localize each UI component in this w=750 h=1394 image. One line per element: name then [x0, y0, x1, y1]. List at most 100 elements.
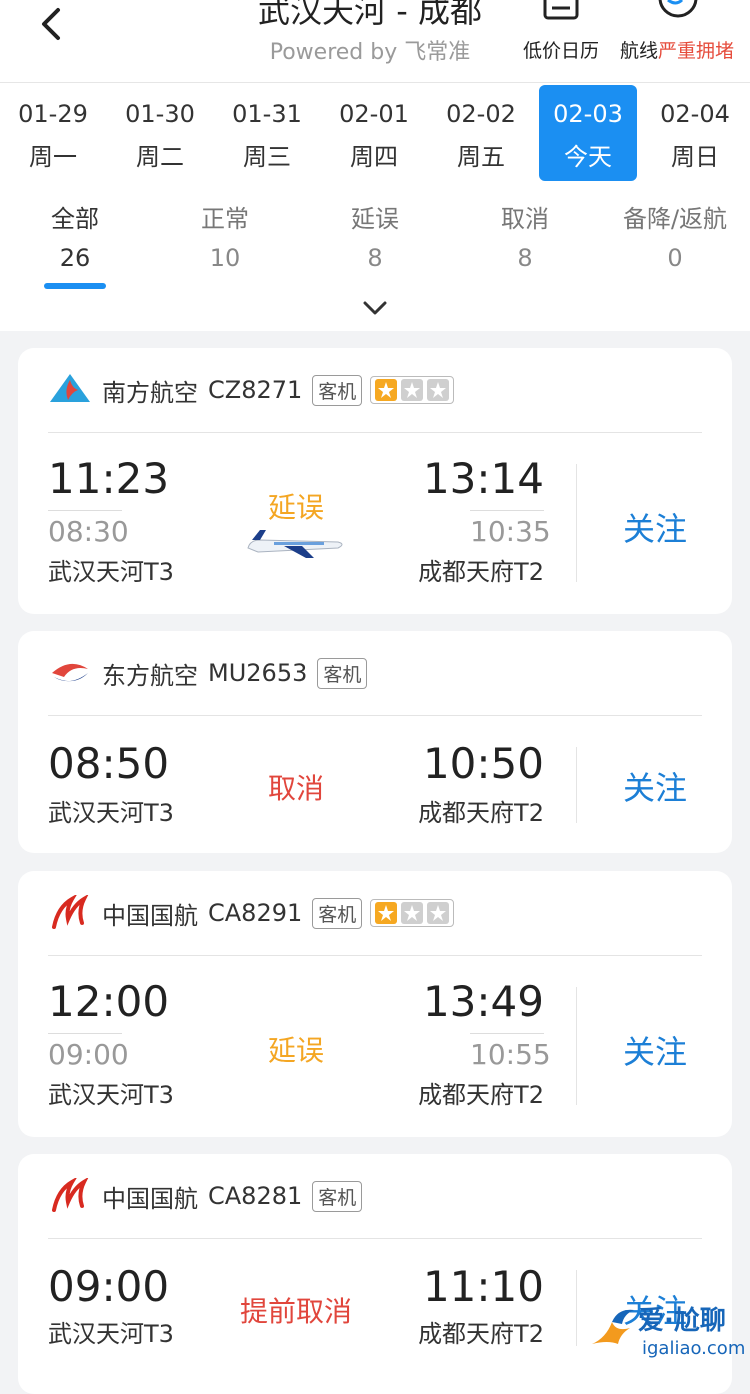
departure-airport: 武汉天河T3: [48, 1320, 174, 1348]
globe-icon: [658, 0, 698, 18]
star-icon: [375, 379, 398, 401]
flight-status: 提前取消: [239, 1295, 352, 1328]
rating-stars: [370, 899, 455, 927]
date-label: 01-31: [232, 100, 302, 128]
date-item[interactable]: 02-01 周四: [325, 85, 423, 181]
tab-diverted[interactable]: 备降/返航 0: [600, 199, 750, 272]
tab-label: 备降/返航: [622, 205, 728, 233]
rating-stars: [370, 376, 455, 404]
star-icon: [427, 379, 450, 401]
divider: [48, 1238, 702, 1239]
airline-name: 中国国航: [102, 901, 198, 930]
planned-arrival-time: 10:55: [470, 1033, 551, 1071]
tab-count: 0: [667, 244, 683, 272]
date-item[interactable]: 02-02 周五: [432, 85, 530, 181]
back-icon[interactable]: [30, 2, 74, 46]
tab-cancelled[interactable]: 取消 8: [450, 199, 600, 272]
page-subtitle: Powered by 飞常准: [269, 40, 471, 65]
calendar-label: 低价日历: [522, 40, 599, 62]
divider: [576, 464, 577, 582]
arrival-airport: 成都天府T2: [418, 558, 544, 586]
date-label: 01-30: [125, 100, 195, 128]
tab-delayed[interactable]: 延误 8: [300, 199, 450, 272]
china-southern-logo-icon: [48, 372, 92, 408]
star-icon: [375, 902, 398, 924]
date-item[interactable]: 01-30 周二: [111, 85, 209, 181]
flight-card[interactable]: 东方航空 MU2653 客机 08:50 武汉天河T3 取消 10:50 成都天…: [18, 631, 732, 853]
departure-airport: 武汉天河T3: [48, 799, 174, 827]
date-label: 01-29: [18, 100, 88, 128]
weekday-label: 周四: [350, 143, 398, 171]
divider: [576, 987, 577, 1105]
departure-time: 11:23: [48, 454, 170, 503]
watermark: 爱·尬聊 igaliao.com: [588, 1296, 748, 1368]
active-tab-indicator: [44, 283, 106, 289]
page-title: 武汉天河 - 成都: [258, 0, 482, 30]
airline-name: 南方航空: [102, 378, 198, 407]
weekday-label: 今天: [564, 143, 612, 171]
date-item[interactable]: 01-31 周三: [218, 85, 316, 181]
china-eastern-logo-icon: [52, 657, 88, 689]
divider: [48, 432, 702, 433]
star-icon: [401, 379, 424, 401]
tab-count: 10: [209, 244, 241, 272]
planned-departure-time: 09:00: [48, 1033, 129, 1071]
flight-number: CA8291: [208, 899, 303, 927]
planned-departure-time: 08:30: [48, 510, 129, 548]
app-header: 武汉天河 - 成都 Powered by 飞常准 低价日历 航线严重拥堵: [0, 0, 750, 83]
low-price-calendar-button[interactable]: 低价日历: [514, 0, 608, 70]
aircraft-type-tag: 客机: [312, 374, 363, 406]
flight-card[interactable]: 南方航空 CZ8271 客机 11:23 08:30 武汉天河T3 延误 13:…: [18, 348, 732, 614]
route-status: 严重拥堵: [658, 40, 735, 62]
follow-button[interactable]: 关注: [578, 763, 732, 809]
arrival-airport: 成都天府T2: [418, 1081, 544, 1109]
weekday-label: 周一: [29, 143, 77, 171]
chevron-down-icon[interactable]: [360, 297, 390, 321]
follow-button[interactable]: 关注: [578, 504, 732, 550]
date-label: 02-01: [339, 100, 409, 128]
airline-name: 东方航空: [102, 661, 198, 690]
tab-label: 正常: [201, 205, 249, 233]
arrival-time: 13:49: [422, 977, 544, 1026]
route-label: 航线: [619, 40, 658, 62]
star-icon: [401, 902, 424, 924]
date-item[interactable]: 02-04 周日: [646, 85, 744, 181]
route-status-button[interactable]: 航线严重拥堵: [612, 0, 742, 70]
tab-count: 8: [517, 244, 533, 272]
bird-logo-icon: [592, 1309, 634, 1344]
tab-label: 延误: [351, 205, 399, 233]
arrival-time: 13:14: [422, 454, 544, 503]
arrival-airport: 成都天府T2: [418, 1320, 544, 1348]
arrival-time: 10:50: [422, 739, 544, 788]
divider: [48, 955, 702, 956]
divider: [48, 715, 702, 716]
watermark-text: 爱·尬聊: [638, 1306, 726, 1336]
date-item-selected[interactable]: 02-03 今天: [539, 85, 637, 181]
watermark-url: igaliao.com: [642, 1338, 746, 1359]
flight-card[interactable]: 中国国航 CA8291 客机 12:00 09:00 武汉天河T3 延误 13:…: [18, 871, 732, 1137]
airline-name: 中国国航: [102, 1184, 198, 1213]
weekday-label: 周二: [136, 143, 184, 171]
follow-button[interactable]: 关注: [578, 1027, 732, 1073]
date-strip: 01-29 周一 01-30 周二 01-31 周三 02-01 周四 02-02 周五 …: [0, 83, 750, 183]
flight-number: MU2653: [208, 659, 308, 687]
tab-label: 取消: [501, 205, 549, 233]
flight-status: 取消: [267, 772, 324, 805]
divider: [576, 1270, 577, 1346]
date-label: 02-02: [446, 100, 516, 128]
tab-count: 26: [59, 244, 91, 272]
arrival-airport: 成都天府T2: [418, 799, 544, 827]
date-item[interactable]: 01-29 周一: [4, 85, 102, 181]
arrival-time: 11:10: [422, 1262, 544, 1311]
departure-time: 09:00: [48, 1262, 170, 1311]
tab-normal[interactable]: 正常 10: [150, 199, 300, 272]
aircraft-type-tag: 客机: [312, 1180, 363, 1212]
date-label: 02-03: [553, 100, 623, 128]
airplane-icon: [247, 530, 343, 558]
tab-all[interactable]: 全部 26: [0, 199, 150, 272]
divider: [576, 747, 577, 823]
weekday-label: 周五: [457, 143, 505, 171]
flight-number: CZ8271: [208, 376, 303, 404]
planned-arrival-time: 10:35: [470, 510, 551, 548]
flight-status: 延误: [267, 1034, 324, 1067]
